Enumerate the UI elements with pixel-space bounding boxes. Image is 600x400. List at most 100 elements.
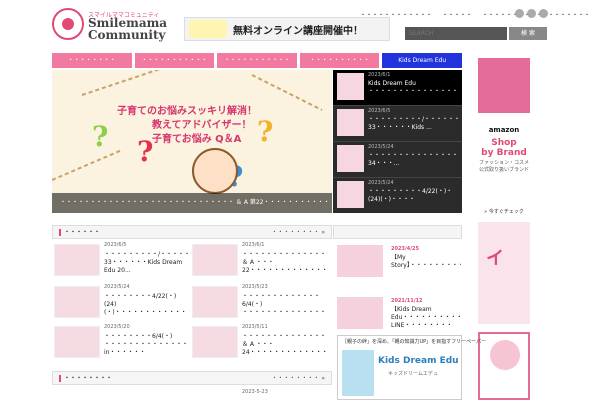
nav-item-1[interactable]: ・・・・・・・・ (52, 53, 132, 68)
article-date: 2023/5/11 (242, 324, 268, 330)
slider-item[interactable]: 2023/6/1 Kids Dream Edu ・・・・・・・・・・・・・・・・… (333, 70, 462, 106)
article-thumbnail (192, 326, 238, 358)
slider-date: 2023/5/24 (368, 144, 394, 150)
article-title: ・・・・・・・・・/・・・・・・・・・・・33・・・・・・Kids Dream … (104, 251, 188, 274)
ad-headline-line1: Shop (491, 138, 517, 148)
article-date: 2023/5/23 (242, 284, 268, 290)
slider-date: 2023/5/24 (368, 180, 394, 186)
slider-item[interactable]: 2023/5/24 ・・・・・・・・・・・・・・・・・・・・・・・・・・・・・・… (333, 142, 462, 178)
banner-badge-icon (189, 20, 227, 38)
article-item[interactable]: 2023/6/1 ・・・・・・・・・・・・・・・・・・・・・・・・・ ＆ A ・… (192, 242, 328, 282)
ad-subtext-line2: 公式取り扱いブランド (478, 167, 529, 173)
article-title: ・・・・・・・・・・・・・ 6/4(・) ・・・・・・・・・・・・・・・・・・・… (242, 293, 326, 316)
slider-list: 2023/6/1 Kids Dream Edu ・・・・・・・・・・・・・・・・… (333, 70, 462, 213)
article-title: ・・・・・・・・6/4(・) ・・・・・・・・・・・・・・・・・・・・ in・・… (104, 333, 188, 356)
more-link[interactable]: ・・・・・・・・ » (271, 229, 325, 236)
featured-thumbnail (337, 297, 383, 329)
social-icons (515, 9, 548, 18)
magazine-cover-image (342, 350, 374, 396)
featured-title: 【Kids Dream Edu・・・・・・・・・・・・・LINE・・・・・・・・… (391, 306, 461, 329)
search-input[interactable] (405, 27, 507, 40)
article-item[interactable]: 2023/5/24 ・・・・・・・・4/22(・)(24)(・)・・・・・・・・… (54, 284, 190, 324)
nav-item-4[interactable]: ・・・・・・・・・・ (299, 53, 380, 68)
rss-icon[interactable] (515, 9, 524, 18)
ad-check-link[interactable]: » 今すぐチェック (478, 208, 530, 215)
logo-name-line2: Community (88, 28, 166, 42)
top-links: ・・・・・・・・・・・・ ・・・・・ ・・・・・・・・・・・・・・・・・・ (360, 10, 590, 20)
featured-card[interactable]: 2021/11/12 【Kids Dream Edu・・・・・・・・・・・・・L… (333, 277, 462, 329)
slider-thumbnail (337, 109, 364, 136)
facebook-icon[interactable] (527, 9, 536, 18)
hero-title-line2: 教えてアドバイザー！ (152, 120, 252, 131)
banner-title: Kids Dream Edu (378, 356, 459, 366)
article-date: 2023/5/24 (104, 284, 130, 290)
article-thumbnail (192, 286, 238, 318)
top-link-1[interactable]: ・・・・・・・・・・・・ (360, 10, 432, 20)
banner-text: 無料オンライン講座開催中！ (233, 26, 363, 37)
search-button[interactable]: 検 索 (509, 27, 547, 40)
featured-date: 2021/11/12 (391, 298, 423, 304)
article-title: ・・・・・・・・・・・・・・・・・・・・・・・・・ ＆ A ・・・24・・・・・… (242, 333, 326, 356)
article-thumbnail (54, 244, 100, 276)
new-articles-header: ・・・・・・ ・・・・・・・・ » (52, 225, 332, 239)
banner-subtitle: キッズドリームエデュ (388, 371, 438, 377)
nav-item-kids-dream-edu[interactable]: Kids Dream Edu (382, 53, 462, 68)
main-nav: ・・・・・・・・ ・・・・・・・・・・・ ・・・・・・・・・・・ ・・・・・・・… (52, 53, 462, 68)
logo-name: Smilemama Community (88, 17, 167, 41)
slider-date: 2023/6/1 (368, 72, 391, 78)
slider-thumbnail (337, 73, 364, 100)
worried-mother-illustration (192, 148, 238, 194)
more-link[interactable]: ・・・・・・・・ » (271, 375, 325, 382)
article-item[interactable]: 2023/5/11 ・・・・・・・・・・・・・・・・・・・・・・・・・ ＆ A … (192, 324, 328, 364)
ad-subtext: ファッション・コスメ 公式取り扱いブランド (478, 160, 530, 174)
slider-title: ・・・・・・・・・・・・・・・・・・・・・・・・・・・・・・・34・・・... (368, 152, 458, 167)
hero-slide[interactable]: 子育てのお悩みスッキリ解消！ 教えてアドバイザー！ 子育てお悩み Q＆A ? ?… (52, 70, 332, 213)
hero-title-line3: 子育てお悩み Q＆A (152, 134, 242, 145)
slider-item[interactable]: 2023/6/5 ・・・・・・・・・/・・・・・・・・・・・33・・・・・・Ki… (333, 106, 462, 142)
slider-date: 2023/6/5 (368, 108, 391, 114)
ad-headline: Shop by Brand (478, 138, 530, 158)
nav-item-2[interactable]: ・・・・・・・・・・・ (134, 53, 215, 68)
article-date: 2023/6/1 (242, 242, 265, 248)
slider-title: ・・・・・・・・・4/22(・)・(24)(・)・・・・ (368, 188, 453, 203)
banner-caption: ［親子の絆」を深め、「親の知識力UP」を目指すフリーペーパー (342, 339, 487, 345)
slider-item[interactable]: 2023/5/24 ・・・・・・・・・4/22(・)・(24)(・)・・・・ (333, 178, 462, 214)
twitter-icon[interactable] (539, 9, 548, 18)
free-paper-banner[interactable]: ［親子の絆」を深め、「親の知識力UP」を目指すフリーペーパー Kids Drea… (337, 335, 486, 400)
article-title: ・・・・・・・・4/22(・)(24)(・)・・・・・・・・・・・・・WAKUW… (104, 293, 188, 316)
section-title: ・・・・・・ (59, 229, 100, 236)
slider-thumbnail (337, 145, 364, 172)
ad-product-image (478, 58, 530, 113)
question-mark-icon: ? (92, 120, 109, 153)
side-ad-2[interactable]: イ (478, 222, 530, 324)
question-mark-icon: ? (257, 115, 274, 148)
amazon-ad[interactable]: amazon Shop by Brand ファッション・コスメ 公式取り扱いブラ… (478, 58, 530, 218)
article-date: 2023/5/20 (104, 324, 130, 330)
ad-subtext-line1: ファッション・コスメ (478, 160, 529, 166)
featured-card[interactable]: 2023/4/25 【My Story】・・・・・・・・・・・・・・・・・・・・… (333, 225, 462, 277)
featured-thumbnail (337, 245, 383, 277)
hero-title-line1: 子育てのお悩みスッキリ解消！ (117, 106, 257, 117)
ad-glyph: イ (486, 248, 504, 269)
top-link-2[interactable]: ・・・・・ (442, 10, 472, 20)
article-date: 2023/6/5 (104, 242, 127, 248)
online-course-banner[interactable]: 無料オンライン講座開催中！ (184, 17, 390, 41)
amazon-logo: amazon (488, 126, 520, 134)
article-thumbnail (192, 244, 238, 276)
site-logo[interactable]: スマイルママコミュニティ Smilemama Community (52, 8, 167, 44)
featured-column: 2023/4/25 【My Story】・・・・・・・・・・・・・・・・・・・・… (333, 225, 486, 400)
article-thumbnail (54, 326, 100, 358)
section-title: ・・・・・・・・ (59, 375, 112, 382)
featured-title: 【My Story】・・・・・・・・・・・・・・・・・・・・・・・・ (391, 254, 461, 269)
article-title: ・・・・・・・・・・・・・・・・・・・・・・・・・ ＆ A ・・・22・・・・・… (242, 251, 326, 274)
ad-headline-line2: by Brand (481, 148, 527, 158)
article-item[interactable]: 2023/5/20 ・・・・・・・・6/4(・) ・・・・・・・・・・・・・・・… (54, 324, 190, 364)
nav-item-3[interactable]: ・・・・・・・・・・・ (217, 53, 297, 68)
logo-emblem-icon (52, 8, 84, 40)
second-section-header: ・・・・・・・・ ・・・・・・・・ » (52, 371, 332, 385)
ad-emblem-icon (490, 340, 520, 370)
article-item[interactable]: 2023/6/5 ・・・・・・・・・/・・・・・・・・・・・33・・・・・・Ki… (54, 242, 190, 282)
article-date: 2023-5-23 (242, 389, 268, 395)
hero-caption: ・・・・・・・・・・・・・・・・・・・・・・・・・・・・・ ＆ A 第22・・・… (52, 193, 332, 213)
article-item[interactable]: 2023/5/23 ・・・・・・・・・・・・・ 6/4(・) ・・・・・・・・・… (192, 284, 328, 324)
